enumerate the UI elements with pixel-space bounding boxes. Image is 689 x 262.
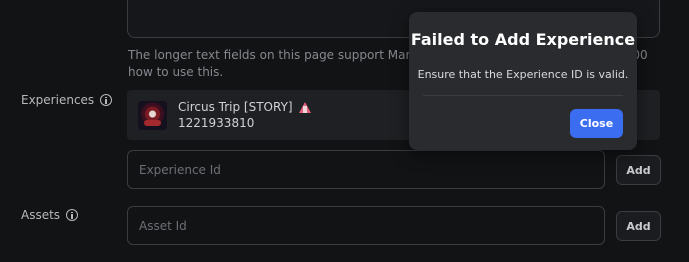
experience-id-field[interactable] <box>127 150 605 189</box>
info-icon[interactable] <box>66 209 79 221</box>
asset-id-field[interactable] <box>127 206 605 245</box>
asset-id-input[interactable] <box>139 218 604 233</box>
modal-title: Failed to Add Experience <box>410 30 636 49</box>
modal-divider <box>423 95 623 96</box>
add-experience-button[interactable]: Add <box>616 155 661 185</box>
error-modal: Failed to Add Experience Ensure that the… <box>409 12 637 150</box>
helper-line-2: how to use this. <box>128 65 224 79</box>
assets-label: Assets <box>21 208 79 222</box>
circus-tent-icon <box>298 101 311 113</box>
experience-thumbnail <box>138 101 167 130</box>
add-asset-button[interactable]: Add <box>616 211 661 241</box>
experience-id-text: 1221933810 <box>178 116 255 130</box>
close-button[interactable]: Close <box>570 109 623 138</box>
experiences-label: Experiences <box>21 93 113 107</box>
modal-message: Ensure that the Experience ID is valid. <box>417 68 629 81</box>
experience-title: Circus Trip [STORY] <box>178 100 311 114</box>
experience-title-text: Circus Trip [STORY] <box>178 100 293 114</box>
info-icon[interactable] <box>100 94 113 106</box>
assets-label-text: Assets <box>21 208 61 222</box>
experiences-label-text: Experiences <box>21 93 95 107</box>
experience-id-input[interactable] <box>139 162 604 177</box>
